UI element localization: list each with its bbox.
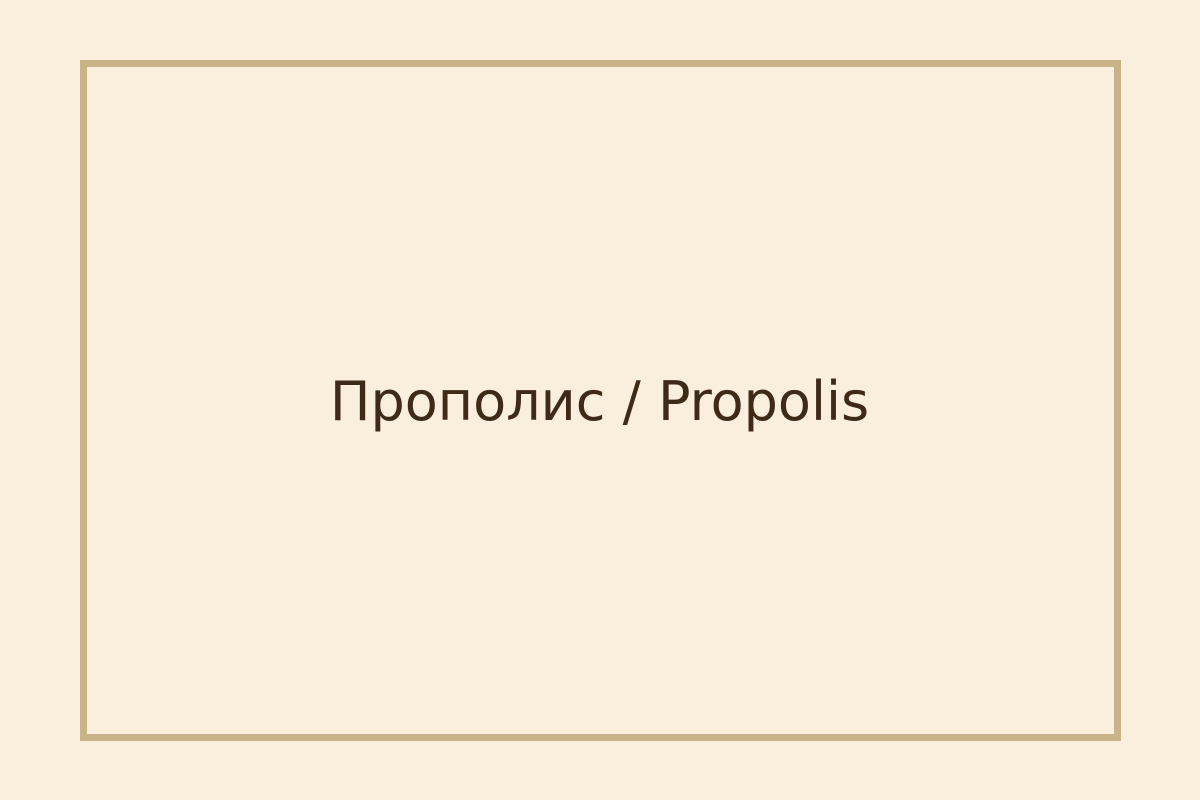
image-placeholder-frame: Прополис / Propolis	[80, 60, 1121, 741]
placeholder-label: Прополис / Propolis	[329, 369, 870, 433]
